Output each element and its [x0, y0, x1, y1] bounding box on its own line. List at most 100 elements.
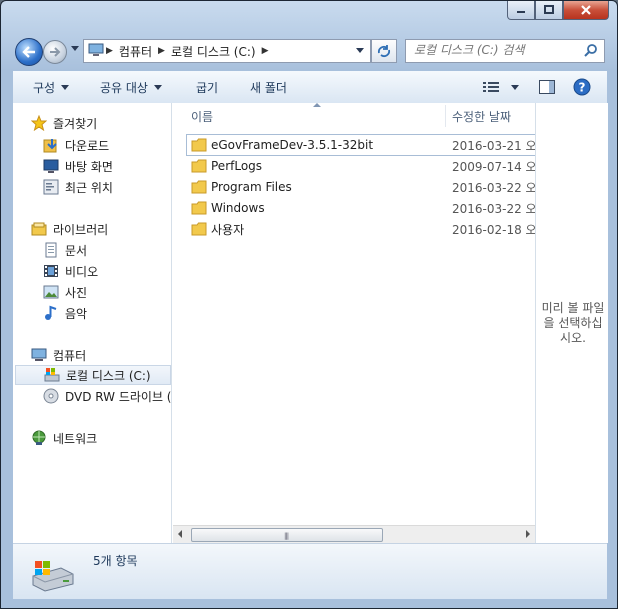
preview-pane-button[interactable]	[539, 71, 555, 103]
file-row[interactable]: Windows 2016-03-22 오	[187, 198, 535, 218]
nav-music-label: 음악	[65, 306, 88, 321]
file-name: Program Files	[211, 180, 292, 194]
file-name: eGovFrameDev-3.5.1-32bit	[211, 138, 374, 152]
preview-pane-icon	[539, 80, 555, 94]
file-row[interactable]: eGovFrameDev-3.5.1-32bit 2016-03-21 오	[186, 134, 536, 156]
breadcrumb-local-disk[interactable]: 로컬 디스크 (C:)	[167, 43, 260, 60]
back-button[interactable]	[15, 38, 43, 66]
address-bar[interactable]: ▶ 컴퓨터 ▶ 로컬 디스크 (C:) ▶	[83, 39, 371, 63]
file-list: 이름 수정한 날짜 eGovFrameDev-3.5.1-32bit 2016-…	[173, 103, 536, 543]
file-row[interactable]: PerfLogs 2009-07-14 오	[187, 156, 535, 176]
network-icon	[31, 430, 47, 446]
file-name: PerfLogs	[211, 159, 263, 173]
nav-libraries[interactable]: 라이브러리	[31, 219, 171, 239]
nav-music[interactable]: 음악	[43, 303, 171, 323]
nav-videos[interactable]: 비디오	[43, 261, 171, 281]
nav-recent[interactable]: 최근 위치	[43, 177, 171, 197]
maximize-button[interactable]	[535, 1, 563, 20]
nav-local-disk[interactable]: 로컬 디스크 (C:)	[15, 365, 171, 385]
nav-dvd-drive[interactable]: DVD RW 드라이브 (	[43, 386, 171, 406]
search-input[interactable]	[406, 40, 584, 60]
column-header-name[interactable]: 이름	[191, 103, 213, 129]
share-button[interactable]: 공유 대상	[100, 71, 162, 103]
help-icon: ?	[573, 78, 591, 96]
column-header-date[interactable]: 수정한 날짜	[452, 103, 511, 129]
breadcrumb-computer[interactable]: 컴퓨터	[115, 43, 156, 60]
file-name: Windows	[211, 201, 265, 215]
forward-button[interactable]	[43, 40, 67, 64]
file-date: 2016-02-18 오	[452, 222, 535, 237]
file-row[interactable]: 사용자 2016-02-18 오	[187, 219, 535, 239]
caption-buttons	[507, 1, 609, 21]
file-row[interactable]: Program Files 2016-03-22 오	[187, 177, 535, 197]
command-bar: 구성 공유 대상 굽기 새 폴더 ?	[13, 71, 607, 104]
recent-pages-dropdown[interactable]	[71, 46, 79, 51]
folder-icon	[191, 179, 207, 198]
nav-documents-label: 문서	[65, 243, 88, 258]
explorer-window: ▶ 컴퓨터 ▶ 로컬 디스크 (C:) ▶ 구성 공유 대상 굽기 새 폴더	[0, 0, 618, 609]
file-date: 2009-07-14 오	[452, 159, 535, 174]
nav-computer[interactable]: 컴퓨터	[31, 345, 171, 365]
nav-desktop[interactable]: 바탕 화면	[43, 156, 171, 176]
minimize-button[interactable]	[507, 1, 535, 20]
close-button[interactable]	[563, 1, 609, 20]
scroll-right-icon[interactable]	[526, 530, 530, 538]
file-name: 사용자	[211, 222, 245, 237]
breadcrumb-separator-icon[interactable]: ▶	[156, 46, 167, 56]
computer-icon	[84, 43, 104, 60]
refresh-button[interactable]	[371, 39, 397, 63]
library-icon	[31, 221, 47, 237]
nav-network[interactable]: 네트워크	[31, 428, 171, 448]
desktop-icon	[43, 158, 59, 174]
svg-text:?: ?	[579, 81, 586, 95]
nav-recent-label: 최근 위치	[65, 180, 113, 195]
help-button[interactable]: ?	[573, 71, 591, 103]
details-pane: 5개 항목	[13, 543, 607, 599]
nav-pictures[interactable]: 사진	[43, 282, 171, 302]
search-icon[interactable]	[584, 43, 598, 60]
nav-libraries-label: 라이브러리	[53, 222, 109, 237]
new-folder-button[interactable]: 새 폴더	[250, 71, 287, 103]
column-name-label: 이름	[191, 109, 214, 124]
breadcrumb-separator-icon[interactable]: ▶	[260, 46, 271, 56]
sort-ascending-icon	[313, 103, 321, 107]
grip-icon: |||	[284, 532, 289, 540]
scroll-left-icon[interactable]	[178, 530, 182, 538]
computer-icon	[31, 347, 47, 363]
share-label: 공유 대상	[100, 80, 148, 95]
main-area: 즐겨찾기 다운로드 바탕 화면 최근 위치 라이브러리 문서 비디오 사진 음악…	[13, 103, 608, 543]
address-history-dropdown[interactable]	[356, 48, 364, 53]
preview-message: 미리 볼 파일을 선택하십시오.	[541, 301, 605, 345]
dvd-drive-icon	[43, 388, 59, 404]
scrollbar-thumb[interactable]: |||	[191, 528, 383, 542]
burn-button[interactable]: 굽기	[196, 71, 218, 103]
column-divider[interactable]	[445, 105, 446, 127]
nav-local-disk-label: 로컬 디스크 (C:)	[66, 368, 151, 383]
nav-favorites-label: 즐겨찾기	[53, 116, 98, 131]
folder-icon	[191, 200, 207, 219]
nav-videos-label: 비디오	[65, 264, 99, 279]
folder-icon	[191, 158, 207, 177]
breadcrumb-separator-icon[interactable]: ▶	[104, 46, 115, 56]
horizontal-scrollbar[interactable]: |||	[173, 525, 535, 543]
nav-downloads[interactable]: 다운로드	[43, 135, 171, 155]
drive-icon	[44, 367, 60, 383]
chevron-down-icon	[153, 84, 162, 90]
maximize-icon	[544, 5, 554, 14]
folder-icon	[191, 221, 207, 240]
nav-pictures-label: 사진	[65, 285, 88, 300]
item-count: 5개 항목	[93, 554, 138, 568]
organize-button[interactable]: 구성	[33, 71, 70, 103]
recent-places-icon	[43, 179, 59, 195]
nav-favorites[interactable]: 즐겨찾기	[31, 113, 171, 133]
nav-network-label: 네트워크	[53, 431, 98, 446]
close-icon	[581, 5, 591, 15]
view-options-button[interactable]	[483, 71, 519, 103]
pictures-icon	[43, 284, 59, 300]
search-box	[405, 39, 605, 63]
nav-documents[interactable]: 문서	[43, 240, 171, 260]
file-date: 2016-03-22 오	[452, 201, 535, 216]
details-view-icon	[483, 82, 499, 92]
chevron-down-icon	[511, 84, 519, 90]
nav-downloads-label: 다운로드	[65, 138, 110, 153]
